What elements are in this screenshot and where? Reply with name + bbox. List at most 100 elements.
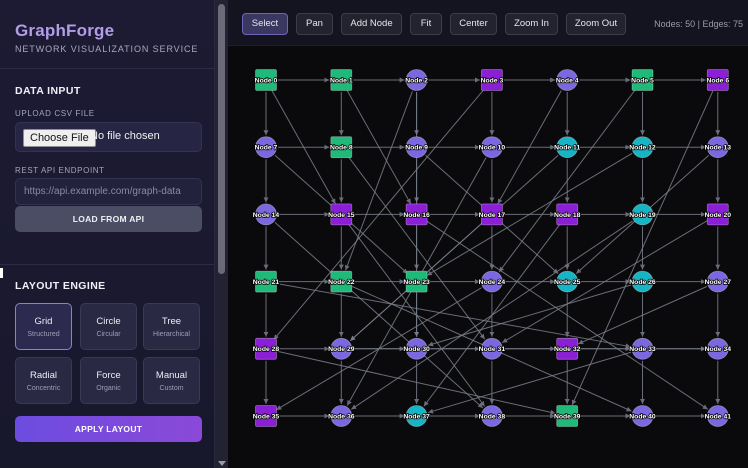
node-label: Node 3 bbox=[481, 77, 504, 84]
load-from-api-button[interactable]: LOAD FROM API bbox=[15, 206, 202, 232]
node-label: Node 29 bbox=[328, 346, 355, 353]
graph-node[interactable]: Node 38 bbox=[478, 405, 506, 427]
layout-subtitle: Circular bbox=[96, 331, 121, 338]
graph-edge[interactable] bbox=[344, 91, 413, 271]
app-subtitle: NETWORK VISUALIZATION SERVICE bbox=[15, 44, 199, 54]
layout-name: Force bbox=[96, 370, 121, 381]
graph-node[interactable]: Node 26 bbox=[629, 270, 657, 293]
graph-node[interactable]: Node 11 bbox=[553, 136, 581, 159]
graph-node[interactable]: Node 21 bbox=[252, 270, 280, 293]
graph-node[interactable]: Node 9 bbox=[405, 136, 429, 159]
graph-node[interactable]: Node 24 bbox=[478, 270, 506, 293]
graph-node[interactable]: Node 4 bbox=[555, 69, 579, 91]
graph-edge[interactable] bbox=[349, 154, 559, 342]
graph-node[interactable]: Node 36 bbox=[327, 405, 355, 427]
layout-grid-button[interactable]: Grid Structured bbox=[15, 303, 72, 350]
graph-node[interactable]: Node 19 bbox=[629, 203, 657, 226]
graph-node[interactable]: Node 23 bbox=[403, 270, 431, 293]
graph-node[interactable]: Node 32 bbox=[553, 337, 581, 360]
node-label: Node 27 bbox=[705, 279, 732, 286]
graph-node[interactable]: Node 25 bbox=[553, 270, 581, 293]
graph-node[interactable]: Node 13 bbox=[704, 136, 732, 159]
node-label: Node 41 bbox=[705, 413, 732, 420]
choose-file-button[interactable]: Choose File bbox=[23, 129, 96, 147]
layout-force-button[interactable]: Force Organic bbox=[80, 357, 137, 404]
divider bbox=[0, 264, 214, 265]
graph-node[interactable]: Node 29 bbox=[327, 337, 355, 360]
graph-node[interactable]: Node 40 bbox=[629, 405, 657, 427]
pan-tool-button[interactable]: Pan bbox=[296, 13, 333, 35]
graph-node[interactable]: Node 3 bbox=[480, 69, 504, 91]
graph-node[interactable]: Node 5 bbox=[630, 69, 655, 91]
zoom-out-button[interactable]: Zoom Out bbox=[566, 13, 626, 35]
zoom-in-button[interactable]: Zoom In bbox=[505, 13, 558, 35]
edges-layer bbox=[263, 77, 721, 419]
graph-node[interactable]: Node 18 bbox=[553, 203, 581, 226]
graph-canvas[interactable]: Node 0 Node 1 Node 2 Node 3 Node 4 Node 5 Node… bbox=[228, 46, 748, 468]
graph-node[interactable]: Node 7 bbox=[254, 136, 278, 159]
api-endpoint-input[interactable] bbox=[15, 178, 202, 205]
graph-node[interactable]: Node 8 bbox=[329, 136, 354, 159]
node-label: Node 23 bbox=[403, 279, 430, 286]
section-marker bbox=[0, 268, 3, 278]
graph-node[interactable]: Node 20 bbox=[704, 203, 732, 226]
graph-node[interactable]: Node 14 bbox=[252, 203, 280, 226]
graph-node[interactable]: Node 30 bbox=[403, 337, 431, 360]
node-label: Node 38 bbox=[479, 413, 506, 420]
graph-node[interactable]: Node 17 bbox=[478, 203, 506, 226]
graph-node[interactable]: Node 15 bbox=[327, 203, 355, 226]
apply-layout-button[interactable]: APPLY LAYOUT bbox=[15, 416, 202, 442]
node-label: Node 24 bbox=[479, 279, 506, 286]
layout-subtitle: Hierarchical bbox=[153, 331, 190, 338]
graph-edge[interactable] bbox=[277, 350, 556, 415]
node-label: Node 40 bbox=[629, 413, 656, 420]
graph-node[interactable]: Node 16 bbox=[403, 203, 431, 226]
graph-node[interactable]: Node 6 bbox=[706, 69, 730, 91]
graph-edge[interactable] bbox=[427, 284, 632, 347]
layout-tree-button[interactable]: Tree Hierarchical bbox=[143, 303, 200, 350]
graph-svg[interactable]: Node 0 Node 1 Node 2 Node 3 Node 4 Node 5 Node… bbox=[228, 46, 748, 468]
node-label: Node 33 bbox=[629, 346, 656, 353]
graph-node[interactable]: Node 10 bbox=[478, 136, 506, 159]
graph-node[interactable]: Node 41 bbox=[704, 405, 732, 427]
graph-node[interactable]: Node 0 bbox=[254, 69, 278, 91]
layout-name: Radial bbox=[30, 370, 57, 381]
node-label: Node 39 bbox=[554, 413, 581, 420]
layout-engine-heading: LAYOUT ENGINE bbox=[15, 280, 106, 292]
graph-node[interactable]: Node 12 bbox=[629, 136, 657, 159]
graph-node[interactable]: Node 31 bbox=[478, 337, 506, 360]
graph-node[interactable]: Node 28 bbox=[252, 337, 280, 360]
graph-node[interactable]: Node 22 bbox=[327, 270, 355, 293]
graph-node[interactable]: Node 37 bbox=[403, 405, 431, 427]
graph-node[interactable]: Node 33 bbox=[629, 337, 657, 360]
layout-name: Grid bbox=[34, 316, 53, 327]
scrollbar-thumb[interactable] bbox=[218, 4, 225, 274]
select-tool-button[interactable]: Select bbox=[242, 13, 288, 35]
node-label: Node 14 bbox=[253, 212, 280, 219]
layout-manual-button[interactable]: Manual Custom bbox=[143, 357, 200, 404]
node-label: Node 0 bbox=[255, 77, 278, 84]
graph-edge[interactable] bbox=[427, 351, 632, 414]
fit-button[interactable]: Fit bbox=[410, 13, 442, 35]
node-label: Node 12 bbox=[629, 145, 656, 152]
graph-node[interactable]: Node 34 bbox=[704, 337, 732, 360]
api-endpoint-label: REST API ENDPOINT bbox=[15, 166, 105, 175]
graph-node[interactable]: Node 39 bbox=[553, 405, 581, 427]
sidebar-scrollbar[interactable] bbox=[215, 0, 228, 468]
node-label: Node 28 bbox=[253, 346, 280, 353]
graph-node[interactable]: Node 35 bbox=[252, 405, 280, 427]
node-label: Node 30 bbox=[403, 346, 430, 353]
csv-file-input[interactable]: Choose File No file chosen bbox=[15, 122, 202, 152]
graph-node[interactable]: Node 1 bbox=[329, 69, 354, 91]
scroll-down-arrow-icon[interactable] bbox=[218, 461, 226, 466]
layout-circle-button[interactable]: Circle Circular bbox=[80, 303, 137, 350]
node-label: Node 7 bbox=[255, 145, 278, 152]
data-input-heading: DATA INPUT bbox=[15, 85, 81, 97]
center-button[interactable]: Center bbox=[450, 13, 497, 35]
add-node-button[interactable]: Add Node bbox=[341, 13, 402, 35]
layout-radial-button[interactable]: Radial Concentric bbox=[15, 357, 72, 404]
graph-stats: Nodes: 50 | Edges: 75 bbox=[654, 19, 743, 29]
layout-subtitle: Custom bbox=[159, 385, 184, 392]
graph-node[interactable]: Node 2 bbox=[405, 69, 429, 91]
graph-node[interactable]: Node 27 bbox=[704, 270, 732, 293]
